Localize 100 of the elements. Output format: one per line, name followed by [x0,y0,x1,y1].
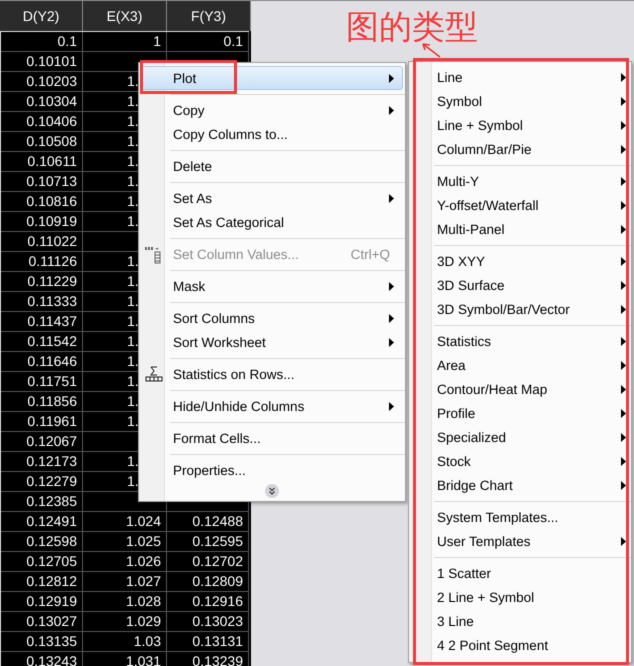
menu-item[interactable]: Stock [411,449,629,473]
submenu-arrow-icon [389,74,394,83]
submenu-arrow-icon [389,194,394,203]
menu-item[interactable]: Contour/Heat Map [411,377,629,401]
table-cell: 0.11856 [1,392,83,412]
table-cell: 0.1 [167,32,249,52]
table-cell: 0.13239 [167,652,249,666]
table-cell: 0.12598 [1,532,83,552]
menu-item[interactable]: Bridge Chart [411,473,629,497]
table-cell: 1.027 [83,572,167,592]
submenu-arrow-icon [621,201,626,210]
table-cell: 0.10304 [1,92,83,112]
table-cell: 1.03 [83,632,167,652]
table-cell: 0.12385 [1,492,83,512]
table-cell: 0.10919 [1,212,83,232]
table-cell: 0.10101 [1,52,83,72]
table-cell: 0.12919 [1,592,83,612]
column-values-icon [145,246,161,264]
submenu-arrow-icon [621,145,626,154]
submenu-arrow-icon [621,361,626,370]
table-cell: 0.10816 [1,192,83,212]
table-cell: 0.12809 [167,572,249,592]
table-cell: 0.11022 [1,232,83,252]
submenu-arrow-icon [389,402,394,411]
table-cell: 0.11542 [1,332,83,352]
submenu-arrow-icon [621,177,626,186]
table-cell: 0.13243 [1,652,83,666]
menu-item[interactable]: 3D XYY [411,249,629,273]
table-cell: 0.12173 [1,452,83,472]
submenu-arrow-icon [621,73,626,82]
table-cell: 1.029 [83,612,167,632]
menu-item[interactable]: Area [411,353,629,377]
table-cell: 0.11437 [1,312,83,332]
menu-item[interactable]: Profile [411,401,629,425]
table-cell: 0.10406 [1,112,83,132]
table-cell: 0.12702 [167,552,249,572]
menu-item[interactable]: Line [411,65,629,89]
menu-item[interactable]: Column/Bar/Pie [411,137,629,161]
menu-item[interactable]: Multi-Y [411,169,629,193]
submenu-arrow-icon [621,457,626,466]
table-cell: 0.10508 [1,132,83,152]
menu-item[interactable]: Multi-Panel [411,217,629,241]
submenu-arrow-icon [621,537,626,546]
menu-item[interactable]: 2 Line + Symbol [411,585,629,609]
table-cell: 0.12279 [1,472,83,492]
menu-item[interactable]: User Templates [411,529,629,553]
table-cell: 0.10611 [1,152,83,172]
table-cell: 0.12067 [1,432,83,452]
menu-item[interactable]: 3D Surface [411,273,629,297]
column-header[interactable]: F(Y3) [167,1,251,31]
menu-item[interactable]: Specialized [411,425,629,449]
submenu-arrow-icon [621,225,626,234]
column-header[interactable]: E(X3) [83,1,167,31]
table-cell: 1.026 [83,552,167,572]
table-cell: 0.11333 [1,292,83,312]
table-cell: 0.12705 [1,552,83,572]
menu-item[interactable]: 1 Scatter [411,561,629,585]
table-cell: 0.13027 [1,612,83,632]
menu-item[interactable]: Y-offset/Waterfall [411,193,629,217]
expand-more-icon[interactable] [265,484,279,498]
submenu-arrow-icon [621,337,626,346]
table-cell: 1 [83,32,167,52]
table-cell: 0.1 [1,32,83,52]
menu-item[interactable]: System Templates... [411,505,629,529]
table-cell: 1.024 [83,512,167,532]
submenu-arrow-icon [389,314,394,323]
table-cell: 1.028 [83,592,167,612]
table-cell: 0.13135 [1,632,83,652]
menu-item[interactable]: 3D Symbol/Bar/Vector [411,297,629,321]
table-cell: 0.10203 [1,72,83,92]
submenu-arrow-icon [389,338,394,347]
submenu-arrow-icon [621,281,626,290]
table-cell: 0.11646 [1,352,83,372]
annotation-arrow [420,41,442,59]
menu-item[interactable]: Plot [141,66,403,90]
table-cell: 0.12491 [1,512,83,532]
submenu-arrow-icon [621,121,626,130]
table-cell: 0.11229 [1,272,83,292]
table-cell: 0.12916 [167,592,249,612]
submenu-arrow-icon [621,305,626,314]
table-cell: 0.11126 [1,252,83,272]
submenu-arrow-icon [389,282,394,291]
menu-item[interactable]: 3 Line [411,609,629,633]
table-cell: 0.11751 [1,372,83,392]
table-cell: 0.10713 [1,172,83,192]
table-cell: 1.031 [83,652,167,666]
table-cell: 0.12812 [1,572,83,592]
table-cell: 0.12595 [167,532,249,552]
column-header[interactable]: D(Y2) [0,1,83,31]
menu-item[interactable]: Line + Symbol [411,113,629,137]
submenu-arrow-icon [621,385,626,394]
menu-item[interactable]: Symbol [411,89,629,113]
submenu-arrow-icon [621,433,626,442]
menu-item[interactable]: Statistics [411,329,629,353]
table-cell: 1.025 [83,532,167,552]
menu-item[interactable]: 4 2 Point Segment [411,633,629,657]
table-cell: 0.13023 [167,612,249,632]
table-cell: 0.11961 [1,412,83,432]
submenu-arrow-icon [621,409,626,418]
submenu-arrow-icon [621,257,626,266]
